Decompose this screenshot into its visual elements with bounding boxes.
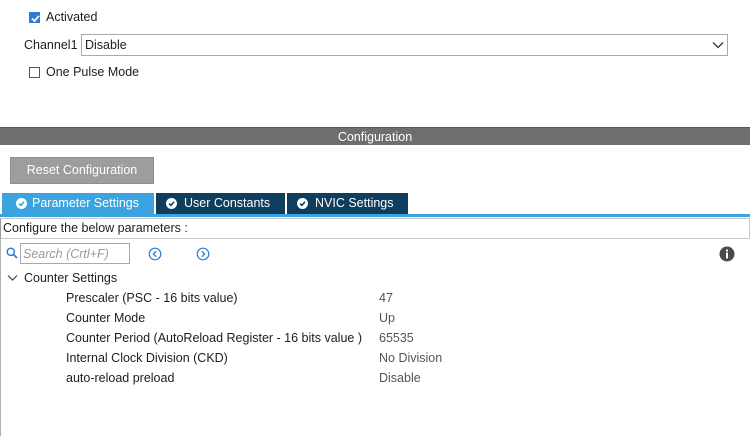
param-name-clock-division: Internal Clock Division (CKD) [66,351,228,365]
search-input[interactable] [21,244,129,263]
tab-label: Parameter Settings [32,196,139,210]
check-icon [31,15,40,23]
collapse-chevron-icon[interactable] [7,274,18,282]
one-pulse-checkbox[interactable] [29,67,40,78]
configuration-title: Configuration [337,130,413,144]
one-pulse-label: One Pulse Mode [46,65,140,79]
param-value-counter-period[interactable]: 65535 [379,331,414,345]
param-value-counter-mode[interactable]: Up [379,311,395,325]
info-icon[interactable] [719,246,735,262]
param-name-auto-reload: auto-reload preload [66,371,175,385]
activated-label: Activated [46,10,98,24]
tab-parameter-settings[interactable]: Parameter Settings [2,193,154,214]
check-circle-icon [16,198,27,209]
search-field[interactable] [20,243,130,264]
channel1-select[interactable]: Disable [81,34,728,56]
check-circle-icon [297,198,308,209]
parameters-description: Configure the below parameters : [0,218,750,239]
chevron-down-icon [712,42,724,49]
tab-underline [0,214,750,217]
arrow-left-circle-icon[interactable] [148,247,162,261]
tab-nvic-settings[interactable]: NVIC Settings [287,193,408,214]
param-value-auto-reload[interactable]: Disable [379,371,421,385]
counter-settings-title: Counter Settings [24,271,118,285]
param-name-counter-period: Counter Period (AutoReload Register - 16… [66,331,362,345]
channel1-label: Channel1 [24,38,78,52]
tab-user-constants[interactable]: User Constants [156,193,285,214]
check-circle-icon [166,198,177,209]
activated-checkbox[interactable] [29,12,40,23]
param-name-prescaler: Prescaler (PSC - 16 bits value) [66,291,238,305]
param-name-counter-mode: Counter Mode [66,311,146,325]
param-value-clock-division[interactable]: No Division [379,351,442,365]
channel1-value: Disable [85,38,127,52]
search-icon [6,247,18,259]
description-text: Configure the below parameters : [3,221,188,235]
configuration-header: Configuration [0,127,750,145]
reset-configuration-button[interactable]: Reset Configuration [10,157,154,184]
tab-label: NVIC Settings [315,196,394,210]
panel-border [0,239,1,436]
param-value-prescaler[interactable]: 47 [379,291,393,305]
tab-label: User Constants [184,196,271,210]
arrow-right-circle-icon[interactable] [196,247,210,261]
